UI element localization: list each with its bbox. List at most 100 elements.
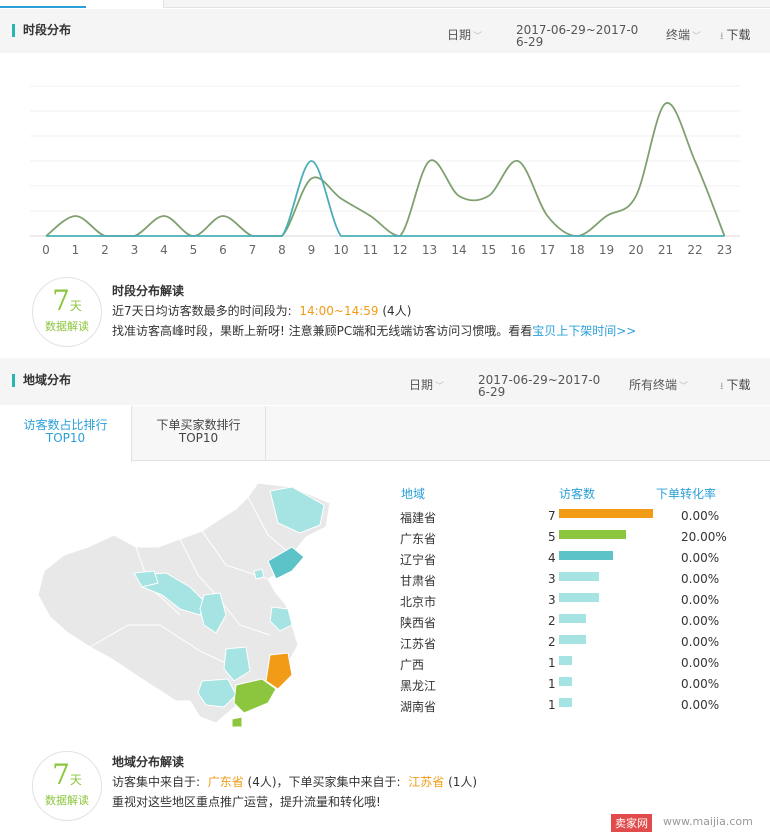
- ranking-bar: [559, 635, 586, 644]
- terminal-selector[interactable]: 终端 ﹀: [666, 26, 701, 43]
- ranking-visitor-count: 5: [548, 530, 556, 544]
- ranking-bar: [559, 530, 626, 539]
- ranking-bar: [559, 509, 653, 518]
- ranking-visitor-count: 3: [548, 593, 556, 607]
- ranking-row: 广西 1 0.00%: [0, 656, 770, 677]
- time-interpretation-title: 时段分布解读: [112, 284, 185, 298]
- data-interpretation-badge: 7天 数据解读: [32, 277, 102, 347]
- chevron-down-icon: ﹀: [473, 32, 483, 42]
- region-terminal-selector[interactable]: 所有终端 ﹀: [629, 376, 688, 393]
- ranking-visitor-count: 7: [548, 509, 556, 523]
- time-interpretation: 时段分布解读 近7天日均访客数最多的时间段为: 14:00~14:59 (4人)…: [112, 281, 636, 341]
- x-tick-label: 6: [219, 243, 227, 257]
- x-tick-label: 14: [451, 243, 466, 257]
- x-tick-label: 8: [278, 243, 286, 257]
- ranking-visitor-count: 3: [548, 572, 556, 586]
- top-tab[interactable]: [86, 0, 164, 8]
- x-tick-label: 1: [72, 243, 80, 257]
- ranking-province: 广东省: [400, 532, 437, 546]
- ranking-province: 黑龙江: [400, 679, 437, 693]
- series-line-0: [45, 102, 726, 237]
- ranking-bar: [559, 677, 572, 686]
- region-interpretation-title: 地域分布解读: [112, 755, 185, 769]
- ranking-conversion-rate: 0.00%: [681, 509, 720, 523]
- region-section-title: 地域分布: [12, 374, 71, 387]
- region-download-button[interactable]: ⭳ 下载: [720, 376, 751, 396]
- ranking-header-visitors[interactable]: 访客数: [559, 485, 595, 502]
- ranking-visitor-count: 1: [548, 698, 556, 712]
- top-tab-strip: [0, 0, 770, 8]
- x-tick-label: 22: [687, 243, 702, 257]
- badge-unit: 天: [69, 773, 82, 787]
- ranking-bar: [559, 698, 572, 707]
- ranking-province: 湖南省: [400, 700, 437, 714]
- x-tick-label: 18: [569, 243, 584, 257]
- x-tick-label: 4: [160, 243, 168, 257]
- ranking-row: 广东省 5 20.00%: [0, 530, 770, 551]
- badge-unit: 天: [69, 299, 82, 313]
- ranking-header-conversion[interactable]: 下单转化率: [656, 485, 716, 502]
- download-button[interactable]: ⭳ 下载: [720, 26, 751, 46]
- ranking-bar: [559, 614, 586, 623]
- badge-number: 7: [52, 284, 70, 317]
- ranking-conversion-rate: 0.00%: [681, 572, 720, 586]
- chevron-down-icon: ﹀: [435, 382, 445, 392]
- ranking-row: 福建省 7 0.00%: [0, 509, 770, 530]
- ranking-bar: [559, 572, 599, 581]
- ranking-province: 福建省: [400, 511, 437, 525]
- x-tick-label: 7: [249, 243, 257, 257]
- tab-visitor-ranking[interactable]: 访客数占比排行 TOP10: [0, 406, 132, 462]
- ranking-bar: [559, 656, 572, 665]
- ranking-visitor-count: 2: [548, 635, 556, 649]
- ranking-visitor-count: 4: [548, 551, 556, 565]
- x-tick-label: 0: [42, 243, 50, 257]
- region-interpretation: 地域分布解读 访客集中来自于: 广东省 (4人)，下单买家集中来自于: 江苏省 …: [112, 752, 477, 812]
- ranking-tabs: 访客数占比排行 TOP10 下单买家数排行 TOP10: [0, 406, 770, 462]
- ranking-province: 甘肃省: [400, 574, 437, 588]
- x-tick-label: 21: [658, 243, 673, 257]
- x-tick-label: 2: [101, 243, 109, 257]
- date-range: 2017-06-29~2017-06-29: [516, 23, 639, 49]
- ranking-conversion-rate: 20.00%: [681, 530, 727, 544]
- peak-time-range: 14:00~14:59: [299, 304, 379, 318]
- time-section-title: 时段分布: [12, 24, 71, 37]
- ranking-conversion-rate: 0.00%: [681, 656, 720, 670]
- top-tab-active[interactable]: [0, 0, 86, 8]
- watermark: 卖家网 www.maijia.com: [605, 810, 770, 834]
- download-icon: ⭳: [720, 381, 724, 392]
- ranking-bar: [559, 551, 613, 560]
- ranking-province: 陕西省: [400, 616, 437, 630]
- ranking-province: 辽宁省: [400, 553, 437, 567]
- region-section-header: 地域分布 日期 ﹀ 2017-06-29~2017-06-29 所有终端 ﹀ ⭳ 下载: [0, 358, 770, 405]
- ranking-conversion-rate: 0.00%: [681, 635, 720, 649]
- x-tick-label: 20: [628, 243, 643, 257]
- ranking-row: 湖南省 1 0.00%: [0, 698, 770, 719]
- x-tick-label: 15: [481, 243, 496, 257]
- x-tick-label: 23: [717, 243, 732, 257]
- date-selector[interactable]: 日期 ﹀: [447, 26, 482, 43]
- ranking-bar: [559, 593, 599, 602]
- x-tick-label: 5: [190, 243, 198, 257]
- region-date-selector[interactable]: 日期 ﹀: [409, 376, 444, 393]
- ranking-row: 黑龙江 1 0.00%: [0, 677, 770, 698]
- listing-time-link[interactable]: 宝贝上下架时间>>: [532, 324, 636, 338]
- ranking-province: 广西: [400, 658, 425, 672]
- time-interpretation-line1: 近7天日均访客数最多的时间段为: 14:00~14:59 (4人): [112, 304, 412, 318]
- watermark-url: www.maijia.com: [663, 815, 753, 828]
- ranking-visitor-count: 1: [548, 677, 556, 691]
- ranking-visitor-count: 1: [548, 656, 556, 670]
- top-visitor-province: 广东省: [207, 775, 244, 789]
- tab-buyer-ranking[interactable]: 下单买家数排行 TOP10: [132, 406, 266, 461]
- ranking-visitor-count: 2: [548, 614, 556, 628]
- ranking-header-region: 地域: [401, 487, 426, 501]
- top-buyer-province: 江苏省: [408, 775, 445, 789]
- region-interpretation-badge: 7天 数据解读: [32, 751, 102, 821]
- x-tick-label: 3: [131, 243, 139, 257]
- x-tick-label: 16: [510, 243, 525, 257]
- ranking-row: 辽宁省 4 0.00%: [0, 551, 770, 572]
- ranking-conversion-rate: 0.00%: [681, 698, 720, 712]
- ranking-province: 江苏省: [400, 637, 437, 651]
- region-interpretation-line2: 重视对这些地区重点推广运营，提升流量和转化哦!: [112, 795, 381, 809]
- x-tick-label: 9: [308, 243, 316, 257]
- x-tick-label: 10: [333, 243, 348, 257]
